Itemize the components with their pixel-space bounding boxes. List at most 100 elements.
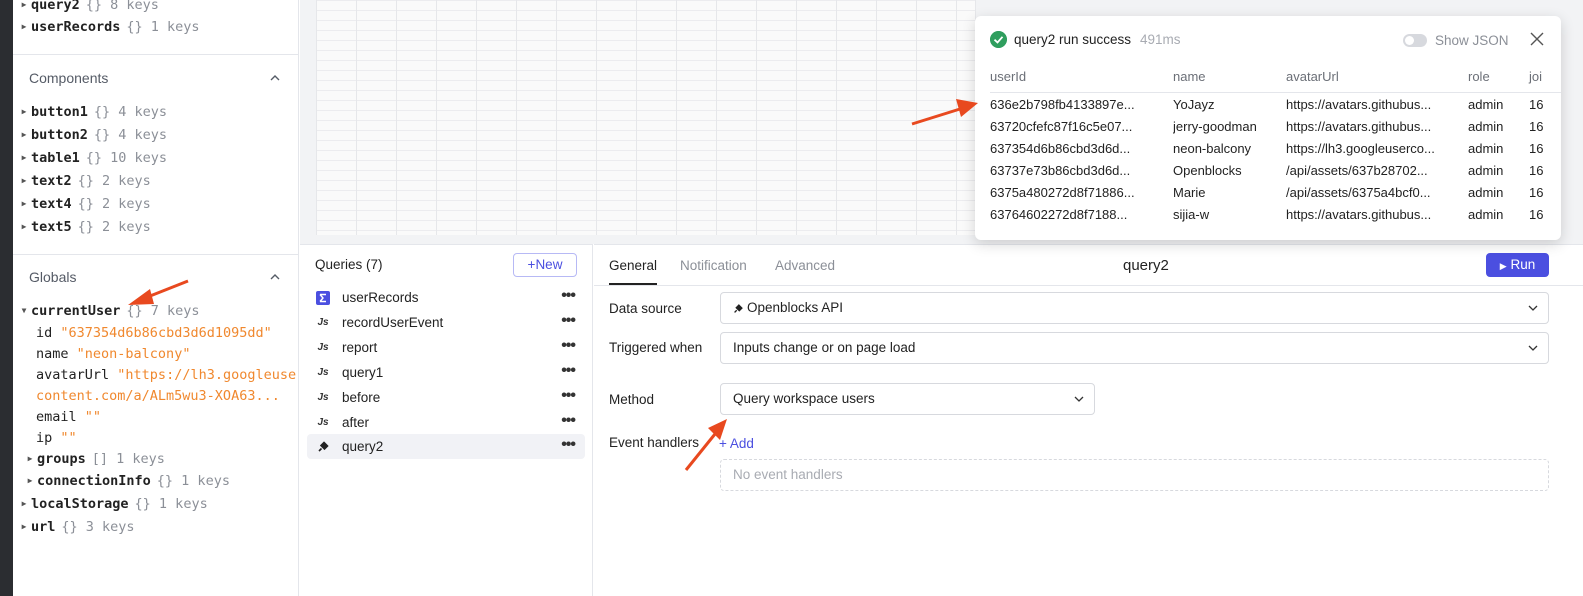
chevron-down-icon: [1528, 345, 1538, 351]
cell-role: admin: [1468, 119, 1504, 134]
tree-item-text2[interactable]: ▶ text2{} 2 keys: [17, 170, 151, 192]
cell-avatarurl: https://avatars.githubus...: [1286, 119, 1432, 134]
more-options-icon[interactable]: •••: [561, 287, 576, 305]
cell-name: YoJayz: [1173, 97, 1215, 112]
tree-item-text5[interactable]: ▶ text5{} 2 keys: [17, 216, 151, 238]
query-name-title[interactable]: query2: [1123, 257, 1169, 274]
tree-item-button2[interactable]: ▶ button2{} 4 keys: [17, 124, 167, 146]
tree-item-text4[interactable]: ▶ text4{} 2 keys: [17, 193, 151, 215]
query-label: before: [342, 390, 381, 405]
data-source-select[interactable]: Openblocks API: [720, 292, 1549, 324]
plug-icon: [734, 304, 743, 313]
column-header-role[interactable]: role: [1468, 69, 1490, 84]
close-icon[interactable]: [1530, 32, 1544, 46]
field-name: name "neon-balcony": [36, 346, 191, 362]
sigma-icon: [316, 291, 330, 305]
globals-section-title[interactable]: Globals: [29, 269, 76, 285]
field-avatarurl: avatarUrl "https://lh3.googleuser: [36, 367, 299, 383]
data-source-label: Data source: [609, 301, 682, 316]
run-button[interactable]: ▶ Run: [1486, 253, 1549, 277]
components-section-title[interactable]: Components: [29, 70, 108, 86]
cell-userid: 637354d6b86cbd3d6d...: [990, 141, 1131, 156]
play-icon: ▶: [1499, 261, 1507, 271]
query-editor: General Notification Advanced query2 ▶ R…: [594, 244, 1583, 596]
no-event-handlers-placeholder: No event handlers: [720, 459, 1549, 491]
js-icon: Js: [317, 317, 329, 328]
triggered-when-select[interactable]: Inputs change or on page load: [720, 332, 1549, 364]
cell-avatarurl: /api/assets/6375a4bcf0...: [1286, 185, 1431, 200]
query-result-popup: query2 run success 491ms Show JSON userI…: [975, 16, 1561, 240]
cell-role: admin: [1468, 141, 1504, 156]
cell-userid: 63720cfefc87f16c5e07...: [990, 119, 1133, 134]
tree-item-connectioninfo[interactable]: ▶ connectionInfo{} 1 keys: [23, 470, 230, 492]
canvas-grid[interactable]: [316, 0, 976, 235]
chevron-up-icon[interactable]: [270, 272, 280, 282]
query-label: query1: [342, 365, 384, 380]
add-event-handler-link[interactable]: + Add: [719, 436, 754, 451]
cell-name: neon-balcony: [1173, 141, 1252, 156]
data-source-value: Openblocks API: [747, 300, 844, 315]
chevron-up-icon[interactable]: [270, 73, 280, 83]
tree-item-table1[interactable]: ▶ table1{} 10 keys: [17, 147, 167, 169]
method-select[interactable]: Query workspace users: [720, 383, 1095, 415]
query-label: userRecords: [342, 290, 419, 305]
run-status-title: query2 run success: [1014, 32, 1132, 47]
new-query-button[interactable]: +New: [513, 253, 577, 277]
tree-item-groups[interactable]: ▶ groups[] 1 keys: [23, 448, 165, 470]
cell-join: 16: [1529, 119, 1544, 134]
caret-right-icon: ▶: [21, 22, 27, 31]
show-json-label[interactable]: Show JSON: [1435, 33, 1509, 48]
cell-userid: 63737e73b86cbd3d6d...: [990, 163, 1131, 178]
query-label: after: [342, 415, 370, 430]
field-email: email "": [36, 409, 102, 425]
caret-right-icon: ▶: [21, 499, 27, 508]
triggered-when-value: Inputs change or on page load: [733, 340, 916, 355]
show-json-toggle[interactable]: [1403, 34, 1427, 47]
query-item-recorduserevent[interactable]: Js recordUserEvent •••: [307, 310, 585, 335]
cell-userid: 636e2b798fb4133897e...: [990, 97, 1135, 112]
cell-role: admin: [1468, 97, 1504, 112]
field-id: id "637354d6b86cbd3d6d1095dd": [36, 325, 272, 341]
more-options-icon[interactable]: •••: [561, 387, 576, 405]
caret-right-icon: ▶: [21, 176, 27, 185]
cell-role: admin: [1468, 163, 1504, 178]
cell-userid: 6375a480272d8f71886...: [990, 185, 1135, 200]
js-icon: Js: [317, 392, 329, 403]
query-label: report: [342, 340, 378, 355]
cell-join: 16: [1529, 163, 1544, 178]
cell-avatarurl: https://lh3.googleuserco...: [1286, 141, 1435, 156]
query-item-report[interactable]: Js report •••: [307, 335, 585, 360]
column-header-userid[interactable]: userId: [990, 69, 1026, 84]
more-options-icon[interactable]: •••: [561, 362, 576, 380]
tree-item-userrecords[interactable]: ▶ userRecords{} 1 keys: [17, 16, 200, 38]
column-header-name[interactable]: name: [1173, 69, 1206, 84]
method-label: Method: [609, 392, 655, 407]
tree-item-button1[interactable]: ▶ button1{} 4 keys: [17, 101, 167, 123]
more-options-icon[interactable]: •••: [561, 412, 576, 430]
more-options-icon[interactable]: •••: [561, 337, 576, 355]
query-item-before[interactable]: Js before •••: [307, 385, 585, 410]
more-options-icon[interactable]: •••: [561, 436, 576, 454]
query-item-userrecords[interactable]: userRecords •••: [307, 285, 585, 310]
column-header-avatarurl[interactable]: avatarUrl: [1286, 69, 1339, 84]
tree-item-localstorage[interactable]: ▶ localStorage{} 1 keys: [17, 493, 208, 515]
more-options-icon[interactable]: •••: [561, 312, 576, 330]
queries-panel: Queries (7) +New userRecords ••• Js reco…: [300, 244, 593, 596]
cell-role: admin: [1468, 185, 1504, 200]
field-ip: ip "": [36, 430, 77, 446]
column-header-join[interactable]: joi: [1529, 69, 1542, 84]
js-icon: Js: [317, 417, 329, 428]
tree-item-currentuser[interactable]: ▼ currentUser{} 7 keys: [17, 300, 200, 322]
success-check-icon: [990, 31, 1007, 48]
run-label: Run: [1510, 257, 1536, 272]
tab-notification[interactable]: Notification: [680, 258, 747, 273]
query-item-after[interactable]: Js after •••: [307, 410, 585, 435]
tree-item-query2[interactable]: ▶ query2{} 8 keys: [17, 0, 159, 16]
query-item-query1[interactable]: Js query1 •••: [307, 360, 585, 385]
tree-item-url[interactable]: ▶ url{} 3 keys: [17, 516, 135, 538]
tab-advanced[interactable]: Advanced: [775, 258, 835, 273]
chevron-down-icon: [1528, 305, 1538, 311]
method-value: Query workspace users: [733, 391, 875, 406]
tab-general[interactable]: General: [609, 258, 657, 273]
query-item-query2[interactable]: query2 •••: [307, 434, 585, 459]
